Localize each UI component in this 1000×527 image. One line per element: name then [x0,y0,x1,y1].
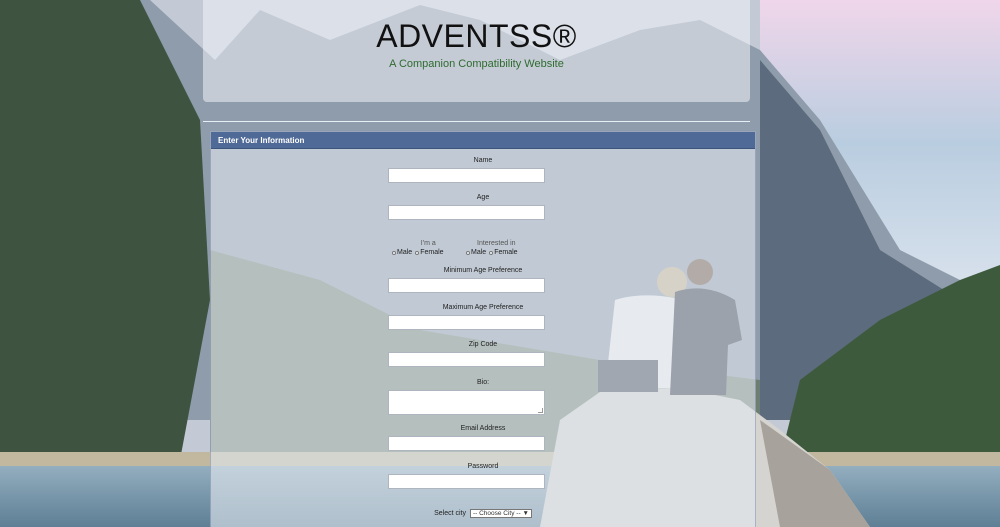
divider [203,121,750,122]
site-title: ADVENTSS® [376,18,577,54]
site-header: ADVENTSS® A Companion Compatibility Webs… [203,0,750,102]
im-a-label: I'm a [420,240,436,247]
select-city-label: Select city [434,510,466,517]
gender-male-radio[interactable] [392,250,396,255]
interest-male-radio[interactable] [466,250,470,255]
interested-in-label: Interested in [477,240,516,247]
city-row: Select city -- Choose City -- ▼ [211,509,755,518]
zip-label: Zip Code [468,341,498,348]
password-label: Password [467,463,499,470]
age-label: Age [476,194,490,201]
panel-heading: Enter Your Information [211,132,755,149]
interest-group: Interested in Male Female [466,240,521,256]
resize-grip-icon[interactable] [538,408,543,413]
city-select-value: -- Choose City -- [472,510,521,517]
max-age-label: Maximum Age Preference [442,304,524,311]
name-label: Name [473,157,493,164]
min-age-input[interactable] [388,278,545,293]
gender-female-label: Female [420,249,444,256]
interest-male-label: Male [471,249,487,256]
interest-female-label: Female [494,249,518,256]
site-tagline: A Companion Compatibility Website [389,58,564,70]
password-input[interactable] [388,474,545,489]
gender-female-radio[interactable] [415,250,420,255]
bio-textarea[interactable] [388,390,545,415]
interest-female-radio[interactable] [489,250,494,255]
info-form-panel: Enter Your Information Name Age I'm a Ma… [210,131,756,527]
gender-group: I'm a Male Female [392,240,447,256]
min-age-label: Minimum Age Preference [443,267,523,274]
name-input[interactable] [388,168,545,183]
age-input[interactable] [388,205,545,220]
zip-input[interactable] [388,352,545,367]
email-input[interactable] [388,436,545,451]
email-label: Email Address [460,425,506,432]
city-select[interactable]: -- Choose City -- ▼ [469,509,532,518]
bio-label: Bio: [476,379,490,386]
gender-male-label: Male [397,249,413,256]
max-age-input[interactable] [388,315,545,330]
chevron-down-icon: ▼ [522,510,529,517]
